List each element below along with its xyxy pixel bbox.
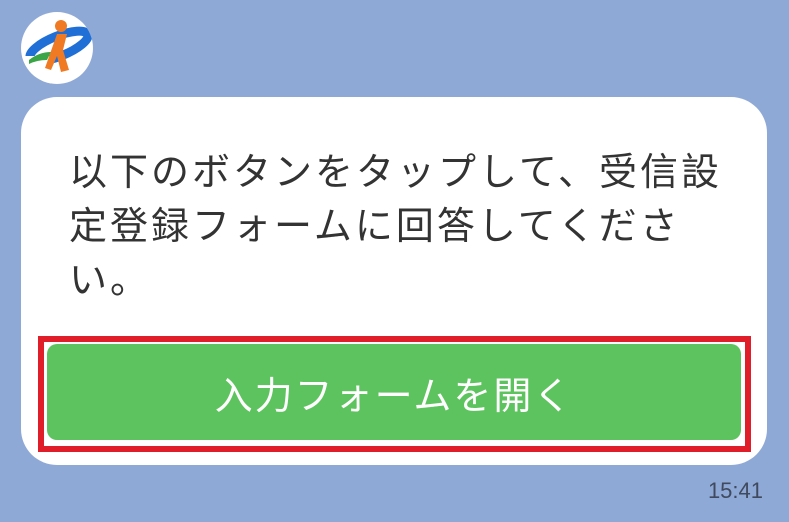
open-form-button[interactable]: 入力フォームを開く	[47, 344, 741, 440]
message-timestamp: 15:41	[707, 478, 763, 503]
sender-avatar[interactable]	[21, 12, 93, 84]
message-bubble: 以下のボタンをタップして、受信設定登録フォームに回答してください。 入力フォーム…	[21, 97, 767, 465]
message-text: 以下のボタンをタップして、受信設定登録フォームに回答してください。	[69, 150, 722, 302]
brand-logo-icon	[21, 20, 93, 84]
